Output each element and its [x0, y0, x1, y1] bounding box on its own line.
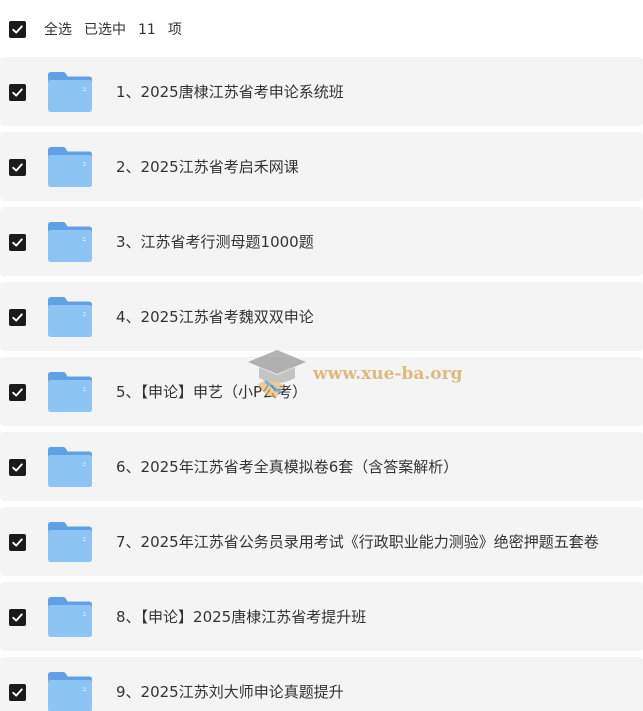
selected-suffix: 项: [167, 22, 182, 38]
list-item[interactable]: 9、2025江苏刘大师申论真题提升: [0, 657, 643, 711]
item-checkbox[interactable]: [9, 609, 26, 626]
checkmark-icon: [12, 88, 23, 97]
folder-icon: [48, 447, 92, 487]
folder-icon: [48, 672, 92, 711]
checkmark-icon: [12, 25, 23, 34]
item-label[interactable]: 3、江苏省考行测母题1000题: [116, 231, 314, 253]
select-all-checkbox[interactable]: [9, 21, 26, 38]
selected-prefix: 已选中: [84, 22, 126, 38]
folder-icon: [48, 597, 92, 637]
selection-summary: 全选 已选中 11 项: [44, 20, 194, 40]
file-list-page: 全选 已选中 11 项 1、2025唐棣江苏省考申论系统班 2、2025江苏省考启禾网…: [0, 0, 643, 711]
list-item[interactable]: 3、江苏省考行测母题1000题: [0, 207, 643, 276]
folder-icon: [48, 522, 92, 562]
item-label[interactable]: 1、2025唐棣江苏省考申论系统班: [116, 81, 344, 103]
select-all-label[interactable]: 全选: [44, 22, 72, 38]
item-checkbox[interactable]: [9, 309, 26, 326]
folder-icon: [48, 147, 92, 187]
list-item[interactable]: 4、2025江苏省考魏双双申论: [0, 282, 643, 351]
item-label[interactable]: 9、2025江苏刘大师申论真题提升: [116, 681, 344, 703]
item-checkbox[interactable]: [9, 534, 26, 551]
folder-icon: [48, 222, 92, 262]
folder-icon: [48, 372, 92, 412]
list-item[interactable]: 1、2025唐棣江苏省考申论系统班: [0, 57, 643, 126]
checkmark-icon: [12, 613, 23, 622]
list-item[interactable]: 7、2025年江苏省公务员录用考试《行政职业能力测验》绝密押题五套卷: [0, 507, 643, 576]
list-item[interactable]: 8、【申论】2025唐棣江苏省考提升班: [0, 582, 643, 651]
checkmark-icon: [12, 163, 23, 172]
selected-count: 11: [138, 22, 156, 38]
checkmark-icon: [12, 688, 23, 697]
item-label[interactable]: 4、2025江苏省考魏双双申论: [116, 306, 314, 328]
checkmark-icon: [12, 538, 23, 547]
item-checkbox[interactable]: [9, 459, 26, 476]
folder-icon: [48, 297, 92, 337]
selection-header: 全选 已选中 11 项: [0, 0, 643, 60]
item-checkbox[interactable]: [9, 234, 26, 251]
item-label[interactable]: 8、【申论】2025唐棣江苏省考提升班: [116, 606, 366, 628]
graduation-cap-icon: [248, 350, 306, 398]
item-label[interactable]: 7、2025年江苏省公务员录用考试《行政职业能力测验》绝密押题五套卷: [116, 531, 599, 553]
checkmark-icon: [12, 238, 23, 247]
checkmark-icon: [12, 463, 23, 472]
item-checkbox[interactable]: [9, 684, 26, 701]
checkmark-icon: [12, 313, 23, 322]
item-checkbox[interactable]: [9, 159, 26, 176]
item-checkbox[interactable]: [9, 84, 26, 101]
folder-icon: [48, 72, 92, 112]
item-checkbox[interactable]: [9, 384, 26, 401]
item-label[interactable]: 2、2025江苏省考启禾网课: [116, 156, 299, 178]
watermark: www.xue-ba.org: [246, 346, 466, 406]
item-label[interactable]: 6、2025年江苏省考全真模拟卷6套（含答案解析）: [116, 456, 458, 478]
checkmark-icon: [12, 388, 23, 397]
list-item[interactable]: 2、2025江苏省考启禾网课: [0, 132, 643, 201]
list-item[interactable]: 6、2025年江苏省考全真模拟卷6套（含答案解析）: [0, 432, 643, 501]
watermark-text: www.xue-ba.org: [313, 364, 463, 384]
